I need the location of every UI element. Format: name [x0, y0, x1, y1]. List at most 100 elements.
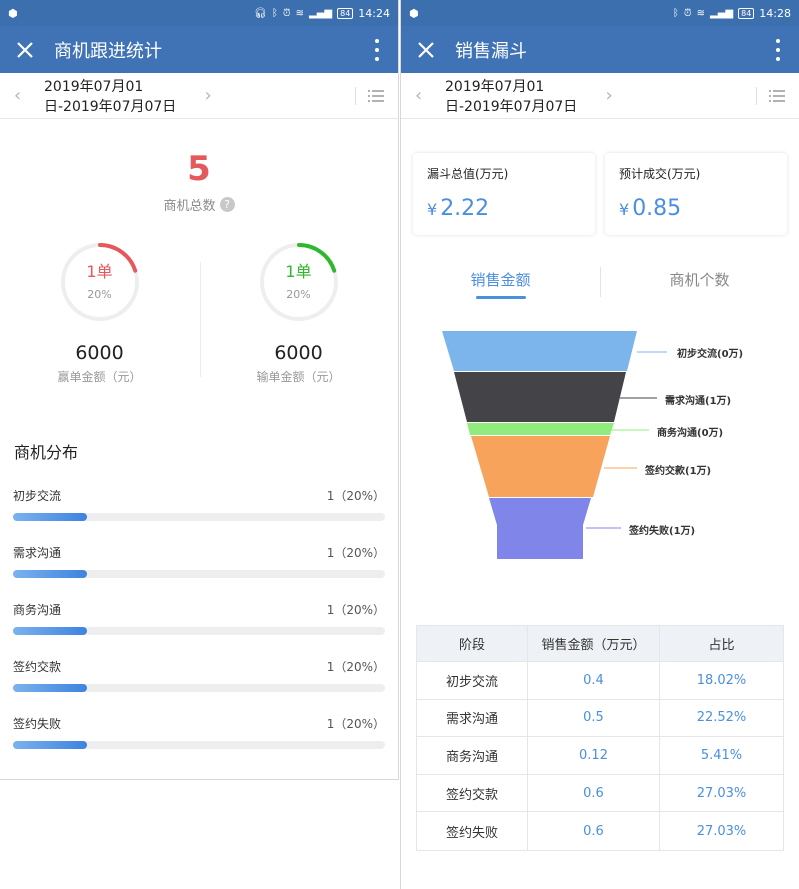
funnel-chart: 初步交流(0万) 需求沟通(1万) 商务沟通(0万) 签约交款(1万) 签约失败…	[401, 331, 799, 601]
table-cell: 0.6	[528, 774, 660, 812]
app-bar: 销售漏斗	[401, 26, 799, 73]
table-cell: 商务沟通	[417, 737, 528, 774]
close-icon[interactable]	[14, 39, 36, 61]
column-header: 销售金额（万元）	[528, 626, 660, 661]
funnel-label-4: 签约交款(1万)	[645, 466, 712, 477]
funnel-stage-1[interactable]	[442, 331, 637, 371]
table-row: 签约交款 0.6 27.03%	[417, 774, 783, 813]
table-row: 需求沟通 0.5 22.52%	[417, 699, 783, 738]
funnel-stage-4[interactable]	[471, 436, 610, 497]
table-cell: 5.41%	[700, 747, 743, 763]
lost-amount-label: 输单金额（元）	[256, 370, 341, 384]
currency-symbol: ¥	[427, 200, 438, 219]
progress-bar	[13, 513, 385, 521]
stage-value: 1（20%）	[326, 546, 385, 560]
funnel-stage-5[interactable]	[489, 498, 591, 559]
more-vert-icon[interactable]	[775, 38, 781, 61]
progress-bar	[13, 627, 385, 635]
list-item: 需求沟通 1（20%）	[0, 544, 398, 601]
headset-icon: 🎧︎	[254, 7, 267, 19]
table-row: 商务沟通 0.12 5.41%	[417, 737, 783, 775]
table-cell: 签约交款	[417, 774, 528, 812]
status-time: 14:24	[358, 6, 390, 20]
stage-label: 签约失败	[13, 717, 62, 731]
signal-icon: ▂▄▆	[309, 7, 333, 19]
close-icon[interactable]	[415, 39, 437, 61]
table-cell: 0.12	[528, 737, 660, 774]
stage-value: 1（20%）	[326, 603, 385, 617]
distribution-title: 商机分布	[14, 443, 79, 462]
win-loss-section: 1单 20% 6000 赢单金额（元） 1单 20% 6000 输单金额（元）	[0, 242, 398, 385]
list-item: 签约失败 1（20%）	[0, 715, 398, 772]
column-header: 占比	[708, 638, 735, 653]
alarm-icon: ⏰︎	[282, 7, 291, 19]
battery-icon: 84	[738, 7, 755, 19]
tab-indicator	[475, 296, 526, 299]
list-item: 初步交流 1（20%）	[0, 487, 398, 544]
more-vert-icon[interactable]	[374, 38, 380, 61]
funnel-label-1: 初步交流(0万)	[677, 349, 744, 360]
column-header: 阶段	[417, 626, 528, 661]
distribution-list: 初步交流 1（20%） 需求沟通 1（20%） 商务沟通 1（20%） 签约交款 1（2…	[0, 487, 398, 772]
summary-cards: 漏斗总值(万元) ¥2.22 预计成交(万元) ¥0.85	[401, 153, 799, 235]
date-range[interactable]: 2019年07月01日-2019年07月07日	[445, 76, 582, 116]
won-count: 1单	[86, 262, 113, 281]
card-value: 0.85	[632, 196, 682, 221]
progress-fill	[13, 741, 88, 749]
help-icon[interactable]: ?	[219, 197, 235, 212]
won-percent: 20%	[87, 288, 112, 301]
table-cell: 需求沟通	[417, 699, 528, 737]
table-cell: 27.03%	[696, 785, 747, 801]
tab-sales-amount[interactable]: 销售金额	[401, 267, 600, 307]
app-bar: 商机跟进统计	[0, 26, 398, 73]
stage-label: 初步交流	[13, 489, 62, 503]
date-range-bar: ‹ 2019年07月01日-2019年07月07日 ›	[0, 73, 398, 119]
left-screen: ⬢ 🎧︎ ᛒ ⏰︎ ≋ ▂▄▆ 84 14:24 商机跟进统计 ‹ 2019年0…	[0, 0, 399, 780]
funnel-stage-3[interactable]	[467, 423, 614, 435]
stage-label: 商务沟通	[13, 603, 62, 617]
progress-bar	[13, 741, 385, 749]
tab-bar: 销售金额 商机个数	[401, 267, 799, 307]
date-range-bar: ‹ 2019年07月01日-2019年07月07日 ›	[401, 73, 799, 119]
table-header: 阶段 销售金额（万元） 占比	[417, 626, 783, 662]
won-block: 1单 20% 6000 赢单金额（元）	[0, 242, 199, 385]
table-cell: 0.5	[528, 699, 660, 737]
chevron-right-icon[interactable]: ›	[205, 85, 219, 106]
bluetooth-icon: ᛒ	[271, 7, 278, 19]
list-icon[interactable]	[355, 86, 384, 105]
list-icon[interactable]	[756, 86, 785, 105]
progress-bar	[13, 570, 385, 578]
chevron-left-icon[interactable]: ‹	[14, 85, 28, 106]
expected-deal-card: 预计成交(万元) ¥0.85	[605, 153, 787, 235]
table-row: 签约失败 0.6 27.03%	[417, 812, 783, 850]
lost-ring: 1单 20%	[259, 242, 339, 322]
status-bar: ⬢ 🎧︎ ᛒ ⏰︎ ≋ ▂▄▆ 84 14:24	[0, 0, 398, 26]
progress-fill	[13, 513, 88, 521]
lost-count: 1单	[285, 262, 312, 281]
currency-symbol: ¥	[619, 200, 630, 219]
progress-fill	[13, 627, 88, 635]
alarm-icon: ⏰︎	[683, 7, 692, 19]
signal-icon: ▂▄▆	[710, 7, 734, 19]
table-cell: 0.6	[528, 812, 660, 850]
won-amount-label: 赢单金额（元）	[57, 370, 142, 384]
progress-fill	[13, 570, 88, 578]
table-cell: 初步交流	[417, 662, 528, 699]
card-value: 2.22	[440, 196, 490, 221]
card-label: 预计成交(万元)	[619, 167, 701, 181]
chevron-left-icon[interactable]: ‹	[415, 85, 429, 106]
won-amount: 6000	[75, 342, 124, 364]
stage-value: 1（20%）	[326, 489, 385, 503]
funnel-stage-2[interactable]	[454, 372, 626, 422]
right-screen: ⬢ ᛒ ⏰︎ ≋ ▂▄▆ 84 14:28 销售漏斗 ‹ 2019年07月01日…	[400, 0, 799, 889]
total-value: 5	[187, 149, 211, 189]
funnel-label-3: 商务沟通(0万)	[657, 428, 724, 439]
funnel-total-card: 漏斗总值(万元) ¥2.22	[413, 153, 595, 235]
chevron-right-icon[interactable]: ›	[606, 85, 620, 106]
won-ring: 1单 20%	[60, 242, 140, 322]
list-item: 签约交款 1（20%）	[0, 658, 398, 715]
date-range[interactable]: 2019年07月01日-2019年07月07日	[44, 76, 181, 116]
stage-label: 签约交款	[13, 660, 62, 674]
stage-label: 需求沟通	[13, 546, 62, 560]
tab-opportunity-count[interactable]: 商机个数	[600, 267, 799, 307]
